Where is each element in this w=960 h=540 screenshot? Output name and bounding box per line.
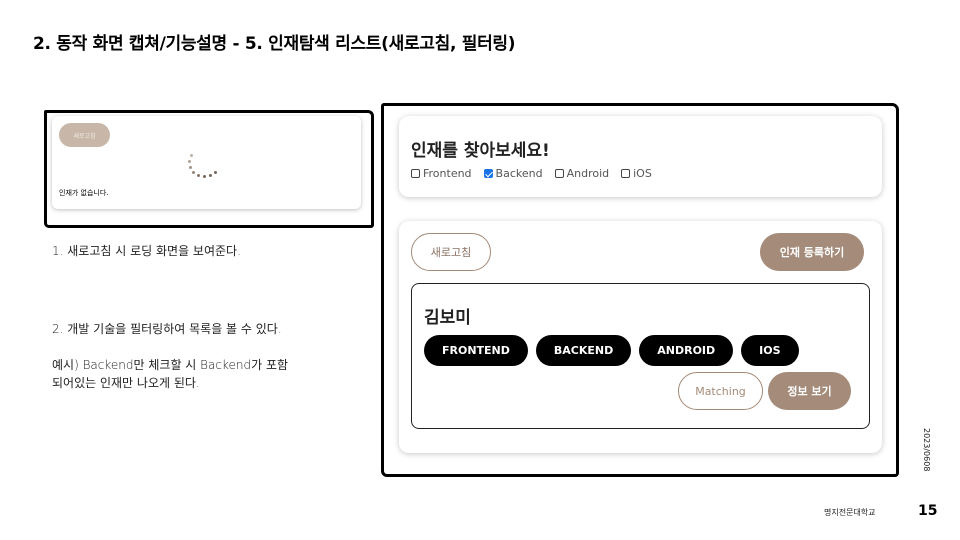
skill-tag: IOS <box>741 335 799 366</box>
note-example-line1: 예시) Backend만 체크할 시 Backend가 포함 <box>52 358 289 372</box>
skill-tag: FRONTEND <box>424 335 528 366</box>
filter-android[interactable]: Android <box>554 167 610 180</box>
skill-tags: FRONTEND BACKEND ANDROID IOS <box>424 335 807 366</box>
preview-refresh-button[interactable]: 새로고침 <box>59 123 110 147</box>
matching-button[interactable]: Matching <box>678 372 763 410</box>
talent-name: 김보미 <box>424 308 471 328</box>
frontend-checkbox[interactable] <box>411 169 420 178</box>
skill-tag: ANDROID <box>639 335 734 366</box>
filter-label: iOS <box>633 167 652 180</box>
loading-spinner-icon <box>186 152 220 186</box>
ios-checkbox[interactable] <box>621 169 631 178</box>
android-checkbox[interactable] <box>554 169 564 178</box>
page-number: 15 <box>918 503 938 519</box>
note-example-line2: 되어있는 인재만 나오게 된다. <box>52 376 200 390</box>
empty-message: 인재가 없습니다. <box>59 189 109 197</box>
slide-date: 2023/0608 <box>922 428 931 472</box>
filter-ios[interactable]: iOS <box>621 167 652 180</box>
filter-group: Frontend Backend Android iOS <box>411 167 664 180</box>
slide-title: 2. 동작 화면 캡쳐/기능설명 - 5. 인재탐색 리스트(새로고침, 필터링… <box>33 34 516 54</box>
note-filter: 2. 개발 기술을 필터링하여 목록을 볼 수 있다. <box>52 322 282 336</box>
filter-label: Frontend <box>423 167 472 180</box>
filter-backend[interactable]: Backend <box>483 167 543 180</box>
filter-frontend[interactable]: Frontend <box>411 167 472 180</box>
skill-tag: BACKEND <box>535 335 632 366</box>
register-talent-button[interactable]: 인재 등록하기 <box>760 233 864 271</box>
refresh-button[interactable]: 새로고침 <box>411 233 491 271</box>
view-info-button[interactable]: 정보 보기 <box>768 372 851 410</box>
note-refresh: 1. 새로고침 시 로딩 화면을 보여준다. <box>52 244 241 258</box>
search-title: 인재를 찾아보세요! <box>411 141 550 161</box>
school-name: 명지전문대학교 <box>824 508 876 517</box>
backend-checkbox[interactable] <box>483 169 493 178</box>
filter-label: Backend <box>495 167 543 180</box>
filter-label: Android <box>566 167 610 180</box>
note-example: 예시) Backend만 체크할 시 Backend가 포함 되어있는 인재만 … <box>52 356 288 392</box>
